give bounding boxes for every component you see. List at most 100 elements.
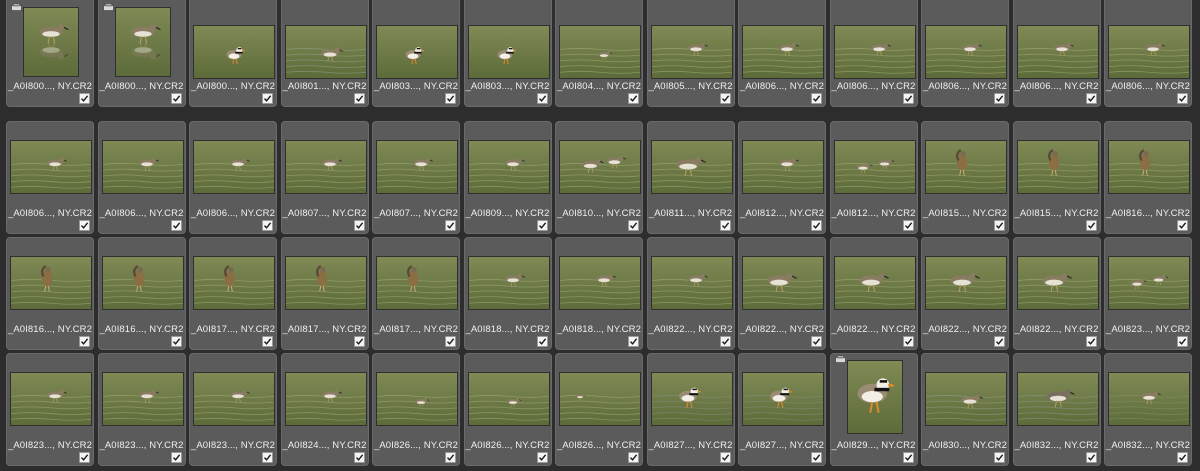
thumbnail-cell[interactable]: _A0I801..., NY.CR2 [280,0,369,107]
thumbnail-image[interactable] [376,140,458,194]
checkbox-checked-icon[interactable] [170,452,182,463]
thumbnail-cell[interactable]: _A0I812..., NY.CR2 [829,121,918,234]
thumbnail-image[interactable] [833,256,916,310]
thumbnail-image[interactable] [846,360,903,434]
thumbnail-cell[interactable]: _A0I823..., NY.CR2 [97,353,186,466]
thumbnail-cell[interactable]: _A0I815..., NY.CR2 [921,121,1009,234]
thumbnail-image[interactable] [742,372,824,426]
thumbnail-cell[interactable]: _A0I827..., NY.CR2 [646,353,735,466]
thumbnail-image[interactable] [1108,256,1190,310]
thumbnail-cell[interactable]: _A0I806..., NY.CR2 [738,0,826,107]
thumbnail-image[interactable] [114,7,171,77]
checkbox-checked-icon[interactable] [1177,93,1188,104]
checkbox-checked-icon[interactable] [1085,220,1097,231]
checkbox-checked-icon[interactable] [536,93,548,104]
thumbnail-cell[interactable]: _A0I832..., NY.CR2 [1104,353,1192,466]
thumbnail-cell[interactable]: _A0I818..., NY.CR2 [463,237,552,350]
thumbnail-cell[interactable]: _A0I826..., NY.CR2 [555,353,643,466]
thumbnail-image[interactable] [193,140,275,194]
thumbnail-cell[interactable]: _A0I832..., NY.CR2 [1012,353,1101,466]
checkbox-checked-icon[interactable] [1085,452,1097,463]
thumbnail-image[interactable] [101,372,184,426]
checkbox-checked-icon[interactable] [262,220,273,231]
checkbox-checked-icon[interactable] [811,452,822,463]
thumbnail-image[interactable] [650,140,733,194]
thumbnail-image[interactable] [10,372,92,426]
checkbox-checked-icon[interactable] [79,336,90,347]
thumbnail-cell[interactable]: _A0I806..., NY.CR2 [189,121,277,234]
thumbnail-cell[interactable]: _A0I816..., NY.CR2 [6,237,94,350]
thumbnail-image[interactable] [1016,256,1099,310]
checkbox-checked-icon[interactable] [79,452,90,463]
thumbnail-cell[interactable]: _A0I806..., NY.CR2 [829,0,918,107]
checkbox-checked-icon[interactable] [170,220,182,231]
thumbnail-image[interactable] [742,256,824,310]
thumbnail-image[interactable] [742,140,824,194]
checkbox-checked-icon[interactable] [262,452,273,463]
thumbnail-image[interactable] [284,256,367,310]
checkbox-checked-icon[interactable] [170,93,182,104]
checkbox-checked-icon[interactable] [811,336,822,347]
thumbnail-cell[interactable]: _A0I826..., NY.CR2 [463,353,552,466]
thumbnail-cell[interactable]: _A0I815..., NY.CR2 [1012,121,1101,234]
thumbnail-image[interactable] [925,25,1007,79]
thumbnail-cell[interactable]: _A0I806..., NY.CR2 [6,121,94,234]
checkbox-checked-icon[interactable] [353,220,365,231]
checkbox-checked-icon[interactable] [994,93,1005,104]
thumbnail-image[interactable] [193,256,275,310]
thumbnail-cell[interactable]: _A0I822..., NY.CR2 [1012,237,1101,350]
thumbnail-image[interactable] [467,372,550,426]
checkbox-checked-icon[interactable] [445,452,456,463]
thumbnail-image[interactable] [559,140,641,194]
checkbox-checked-icon[interactable] [994,336,1005,347]
thumbnail-image[interactable] [650,25,733,79]
thumbnail-image[interactable] [1016,25,1099,79]
checkbox-checked-icon[interactable] [994,220,1005,231]
checkbox-checked-icon[interactable] [811,220,822,231]
checkbox-checked-icon[interactable] [536,452,548,463]
checkbox-checked-icon[interactable] [811,93,822,104]
thumbnail-cell[interactable]: _A0I811..., NY.CR2 [646,121,735,234]
thumbnail-cell[interactable]: _A0I822..., NY.CR2 [829,237,918,350]
thumbnail-cell[interactable]: _A0I823..., NY.CR2 [6,353,94,466]
thumbnail-image[interactable] [925,372,1007,426]
thumbnail-image[interactable] [559,256,641,310]
thumbnail-cell[interactable]: _A0I824..., NY.CR2 [280,353,369,466]
thumbnail-cell[interactable]: _A0I806..., NY.CR2 [97,121,186,234]
thumbnail-image[interactable] [101,140,184,194]
thumbnail-image[interactable] [193,372,275,426]
checkbox-checked-icon[interactable] [719,452,731,463]
thumbnail-cell[interactable]: _A0I800..., NY.CR2 [6,0,94,107]
thumbnail-image[interactable] [833,25,916,79]
thumbnail-cell[interactable]: _A0I817..., NY.CR2 [280,237,369,350]
thumbnail-cell[interactable]: _A0I822..., NY.CR2 [646,237,735,350]
thumbnail-image[interactable] [1108,140,1190,194]
thumbnail-image[interactable] [376,25,458,79]
thumbnail-image[interactable] [101,256,184,310]
thumbnail-cell[interactable]: _A0I807..., NY.CR2 [280,121,369,234]
checkbox-checked-icon[interactable] [628,336,639,347]
thumbnail-cell[interactable]: _A0I812..., NY.CR2 [738,121,826,234]
thumbnail-cell[interactable]: _A0I803..., NY.CR2 [463,0,552,107]
checkbox-checked-icon[interactable] [445,93,456,104]
stack-icon[interactable] [11,3,22,11]
checkbox-checked-icon[interactable] [445,336,456,347]
checkbox-checked-icon[interactable] [262,336,273,347]
thumbnail-image[interactable] [559,372,641,426]
checkbox-checked-icon[interactable] [628,93,639,104]
thumbnail-cell[interactable]: _A0I822..., NY.CR2 [921,237,1009,350]
thumbnail-cell[interactable]: _A0I800..., NY.CR2 [189,0,277,107]
thumbnail-cell[interactable]: _A0I826..., NY.CR2 [372,353,460,466]
thumbnail-image[interactable] [650,256,733,310]
thumbnail-cell[interactable]: _A0I816..., NY.CR2 [97,237,186,350]
thumbnail-image[interactable] [1108,25,1190,79]
thumbnail-image[interactable] [467,25,550,79]
thumbnail-cell[interactable]: _A0I817..., NY.CR2 [372,237,460,350]
thumbnail-image[interactable] [925,140,1007,194]
thumbnail-image[interactable] [833,140,916,194]
thumbnail-cell[interactable]: _A0I806..., NY.CR2 [921,0,1009,107]
checkbox-checked-icon[interactable] [536,220,548,231]
checkbox-checked-icon[interactable] [719,220,731,231]
checkbox-checked-icon[interactable] [536,336,548,347]
thumbnail-image[interactable] [10,140,92,194]
